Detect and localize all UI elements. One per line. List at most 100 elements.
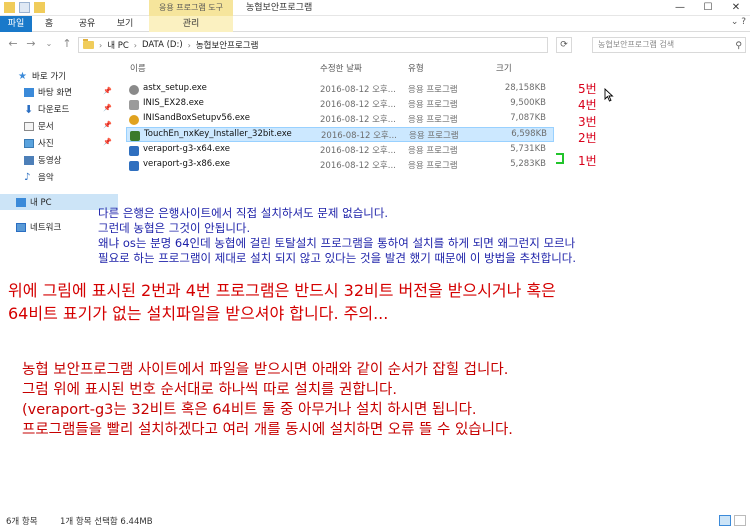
forward-button[interactable]: →	[24, 37, 38, 51]
sidebar-item-label: 다운로드	[38, 105, 70, 115]
breadcrumb-this-pc[interactable]: 내 PC	[107, 39, 129, 51]
properties-icon[interactable]	[19, 2, 30, 13]
quick-access-toolbar	[4, 2, 45, 13]
column-header-type[interactable]: 유형	[408, 62, 424, 76]
file-date: 2016-08-12 오후...	[320, 115, 396, 125]
file-row[interactable]: INISandBoxSetupv56.exe 2016-08-12 오후... …	[126, 112, 554, 127]
file-size: 9,500KB	[510, 98, 546, 108]
search-placeholder: 농협보안프로그램 검색	[598, 40, 675, 49]
file-row[interactable]: veraport-g3-x86.exe 2016-08-12 오후... 응용 …	[126, 158, 554, 173]
tab-file[interactable]: 파일	[0, 16, 32, 32]
column-header-size[interactable]: 크기	[496, 62, 512, 76]
file-date: 2016-08-12 오후...	[320, 100, 396, 110]
file-name: TouchEn_nxKey_Installer_32bit.exe	[144, 129, 292, 139]
refresh-button[interactable]: ⟳	[556, 37, 572, 53]
tab-view[interactable]: 보기	[112, 16, 138, 32]
pin-icon: 📌	[103, 138, 112, 146]
sidebar-item-label: 네트워크	[30, 223, 62, 233]
file-row[interactable]: astx_setup.exe 2016-08-12 오후... 응용 프로그램 …	[126, 82, 554, 97]
close-button[interactable]: ✕	[722, 0, 750, 16]
large-icons-view-icon[interactable]	[734, 515, 746, 526]
instruction-line: 농협 보안프로그램 사이트에서 파일을 받으시면 아래와 같이 순서가 잡힐 겁…	[22, 362, 509, 378]
address-row: ← → ⌄ ↑ › 내 PC › DATA (D:) › 농협보안프로그램 ⟳ …	[0, 33, 750, 57]
title-bar: 응용 프로그램 도구 농협보안프로그램 — ☐ ✕	[0, 0, 750, 16]
order-label-5: 5번	[578, 82, 597, 96]
file-date: 2016-08-12 오후...	[320, 85, 396, 95]
address-bar[interactable]: › 내 PC › DATA (D:) › 농협보안프로그램	[78, 37, 548, 53]
sidebar-item-label: 동영상	[38, 156, 62, 166]
file-type: 응용 프로그램	[408, 115, 458, 125]
help-button[interactable]: ⌄ ?	[731, 17, 746, 27]
details-view-icon[interactable]	[719, 515, 731, 526]
instruction-line: 프로그램들을 빨리 설치하겠다고 여러 개를 동시에 설치하면 오류 뜰 수 있…	[22, 422, 513, 438]
document-icon	[24, 121, 34, 131]
application-tools-label: 응용 프로그램 도구	[149, 0, 233, 16]
folder-icon[interactable]	[4, 2, 15, 13]
file-name: veraport-g3-x86.exe	[143, 159, 230, 169]
up-button[interactable]: ↑	[60, 37, 74, 51]
tab-share[interactable]: 공유	[74, 16, 100, 32]
file-name: astx_setup.exe	[143, 83, 207, 93]
file-name: veraport-g3-x64.exe	[143, 144, 230, 154]
file-date: 2016-08-12 오후...	[320, 161, 396, 171]
column-header-name[interactable]: 이름	[130, 62, 146, 76]
new-folder-icon[interactable]	[34, 2, 45, 13]
picture-icon	[24, 138, 34, 148]
file-date: 2016-08-12 오후...	[321, 131, 397, 141]
note-line: 왜냐 os는 분명 64인데 농협에 걸린 토탈설치 프로그램을 통하여 설치를…	[98, 236, 576, 250]
search-input[interactable]: 농협보안프로그램 검색 ⚲	[592, 37, 746, 53]
back-button[interactable]: ←	[6, 37, 20, 51]
order-label-4: 4번	[578, 98, 597, 112]
mouse-cursor-icon	[604, 88, 614, 102]
sidebar-item-videos[interactable]: 동영상	[0, 152, 118, 168]
file-row[interactable]: veraport-g3-x64.exe 2016-08-12 오후... 응용 …	[126, 143, 554, 158]
file-row[interactable]: TouchEn_nxKey_Installer_32bit.exe 2016-0…	[126, 127, 554, 142]
sidebar-item-music[interactable]: ♪ 음악	[0, 169, 118, 185]
sidebar-item-desktop[interactable]: 바탕 화면 📌	[0, 84, 118, 100]
file-name: INISandBoxSetupv56.exe	[143, 113, 250, 123]
desktop-icon	[24, 87, 34, 97]
column-header-date[interactable]: 수정한 날짜	[320, 62, 362, 76]
file-size: 5,731KB	[510, 144, 546, 154]
sidebar-item-pictures[interactable]: 사진 📌	[0, 135, 118, 151]
star-icon: ★	[18, 70, 27, 82]
note-line: 필요로 하는 프로그램이 제대로 설치 되지 않고 있다는 것을 발견 했기 때…	[98, 251, 577, 265]
note-line: 그런데 농협은 그것이 안됩니다.	[98, 221, 251, 235]
minimize-button[interactable]: —	[666, 0, 694, 16]
status-bar: 6개 항목 1개 항목 선택함 6.44MB	[0, 512, 750, 530]
file-type: 응용 프로그램	[408, 100, 458, 110]
tab-manage[interactable]: 관리	[149, 16, 233, 32]
recent-locations-button[interactable]: ⌄	[42, 37, 56, 51]
sidebar-item-label: 음악	[38, 173, 54, 183]
breadcrumb-folder[interactable]: 농협보안프로그램	[196, 39, 259, 51]
pin-icon: 📌	[103, 121, 112, 129]
app-icon	[129, 115, 139, 125]
file-date: 2016-08-12 오후...	[320, 146, 396, 156]
sidebar-item-quick-access[interactable]: ★ 바로 가기	[0, 68, 118, 84]
tab-home[interactable]: 홈	[38, 16, 60, 32]
order-label-3: 3번	[578, 115, 597, 129]
file-type: 응용 프로그램	[408, 146, 458, 156]
maximize-button[interactable]: ☐	[694, 0, 722, 16]
download-icon: ⬇	[24, 102, 34, 116]
chevron-right-icon: ›	[99, 40, 103, 50]
file-type: 응용 프로그램	[408, 161, 458, 171]
window-title: 농협보안프로그램	[246, 3, 313, 13]
selection-info: 1개 항목 선택함 6.44MB	[60, 517, 153, 527]
file-size: 6,598KB	[511, 129, 547, 139]
file-row[interactable]: INIS_EX28.exe 2016-08-12 오후... 응용 프로그램 9…	[126, 97, 554, 112]
sidebar-item-label: 바로 가기	[32, 72, 66, 82]
chevron-right-icon: ›	[133, 40, 137, 50]
sidebar-item-documents[interactable]: 문서 📌	[0, 118, 118, 134]
search-icon: ⚲	[735, 41, 742, 51]
order-label-2: 2번	[578, 131, 597, 145]
ribbon-tabs: 파일 홈 공유 보기 관리 ⌄ ?	[0, 16, 750, 32]
note-line: 다른 은행은 은행사이트에서 직접 설치하셔도 문제 없습니다.	[98, 206, 389, 220]
pin-icon: 📌	[103, 104, 112, 112]
instruction-line: 그럼 위에 표시된 번호 순서대로 하나씩 따로 설치를 권합니다.	[22, 382, 397, 398]
sidebar-item-downloads[interactable]: ⬇ 다운로드 📌	[0, 101, 118, 117]
breadcrumb-drive[interactable]: DATA (D:)	[142, 40, 183, 50]
app-icon	[129, 161, 139, 171]
sidebar-item-label: 문서	[38, 122, 54, 132]
music-icon: ♪	[24, 171, 31, 183]
